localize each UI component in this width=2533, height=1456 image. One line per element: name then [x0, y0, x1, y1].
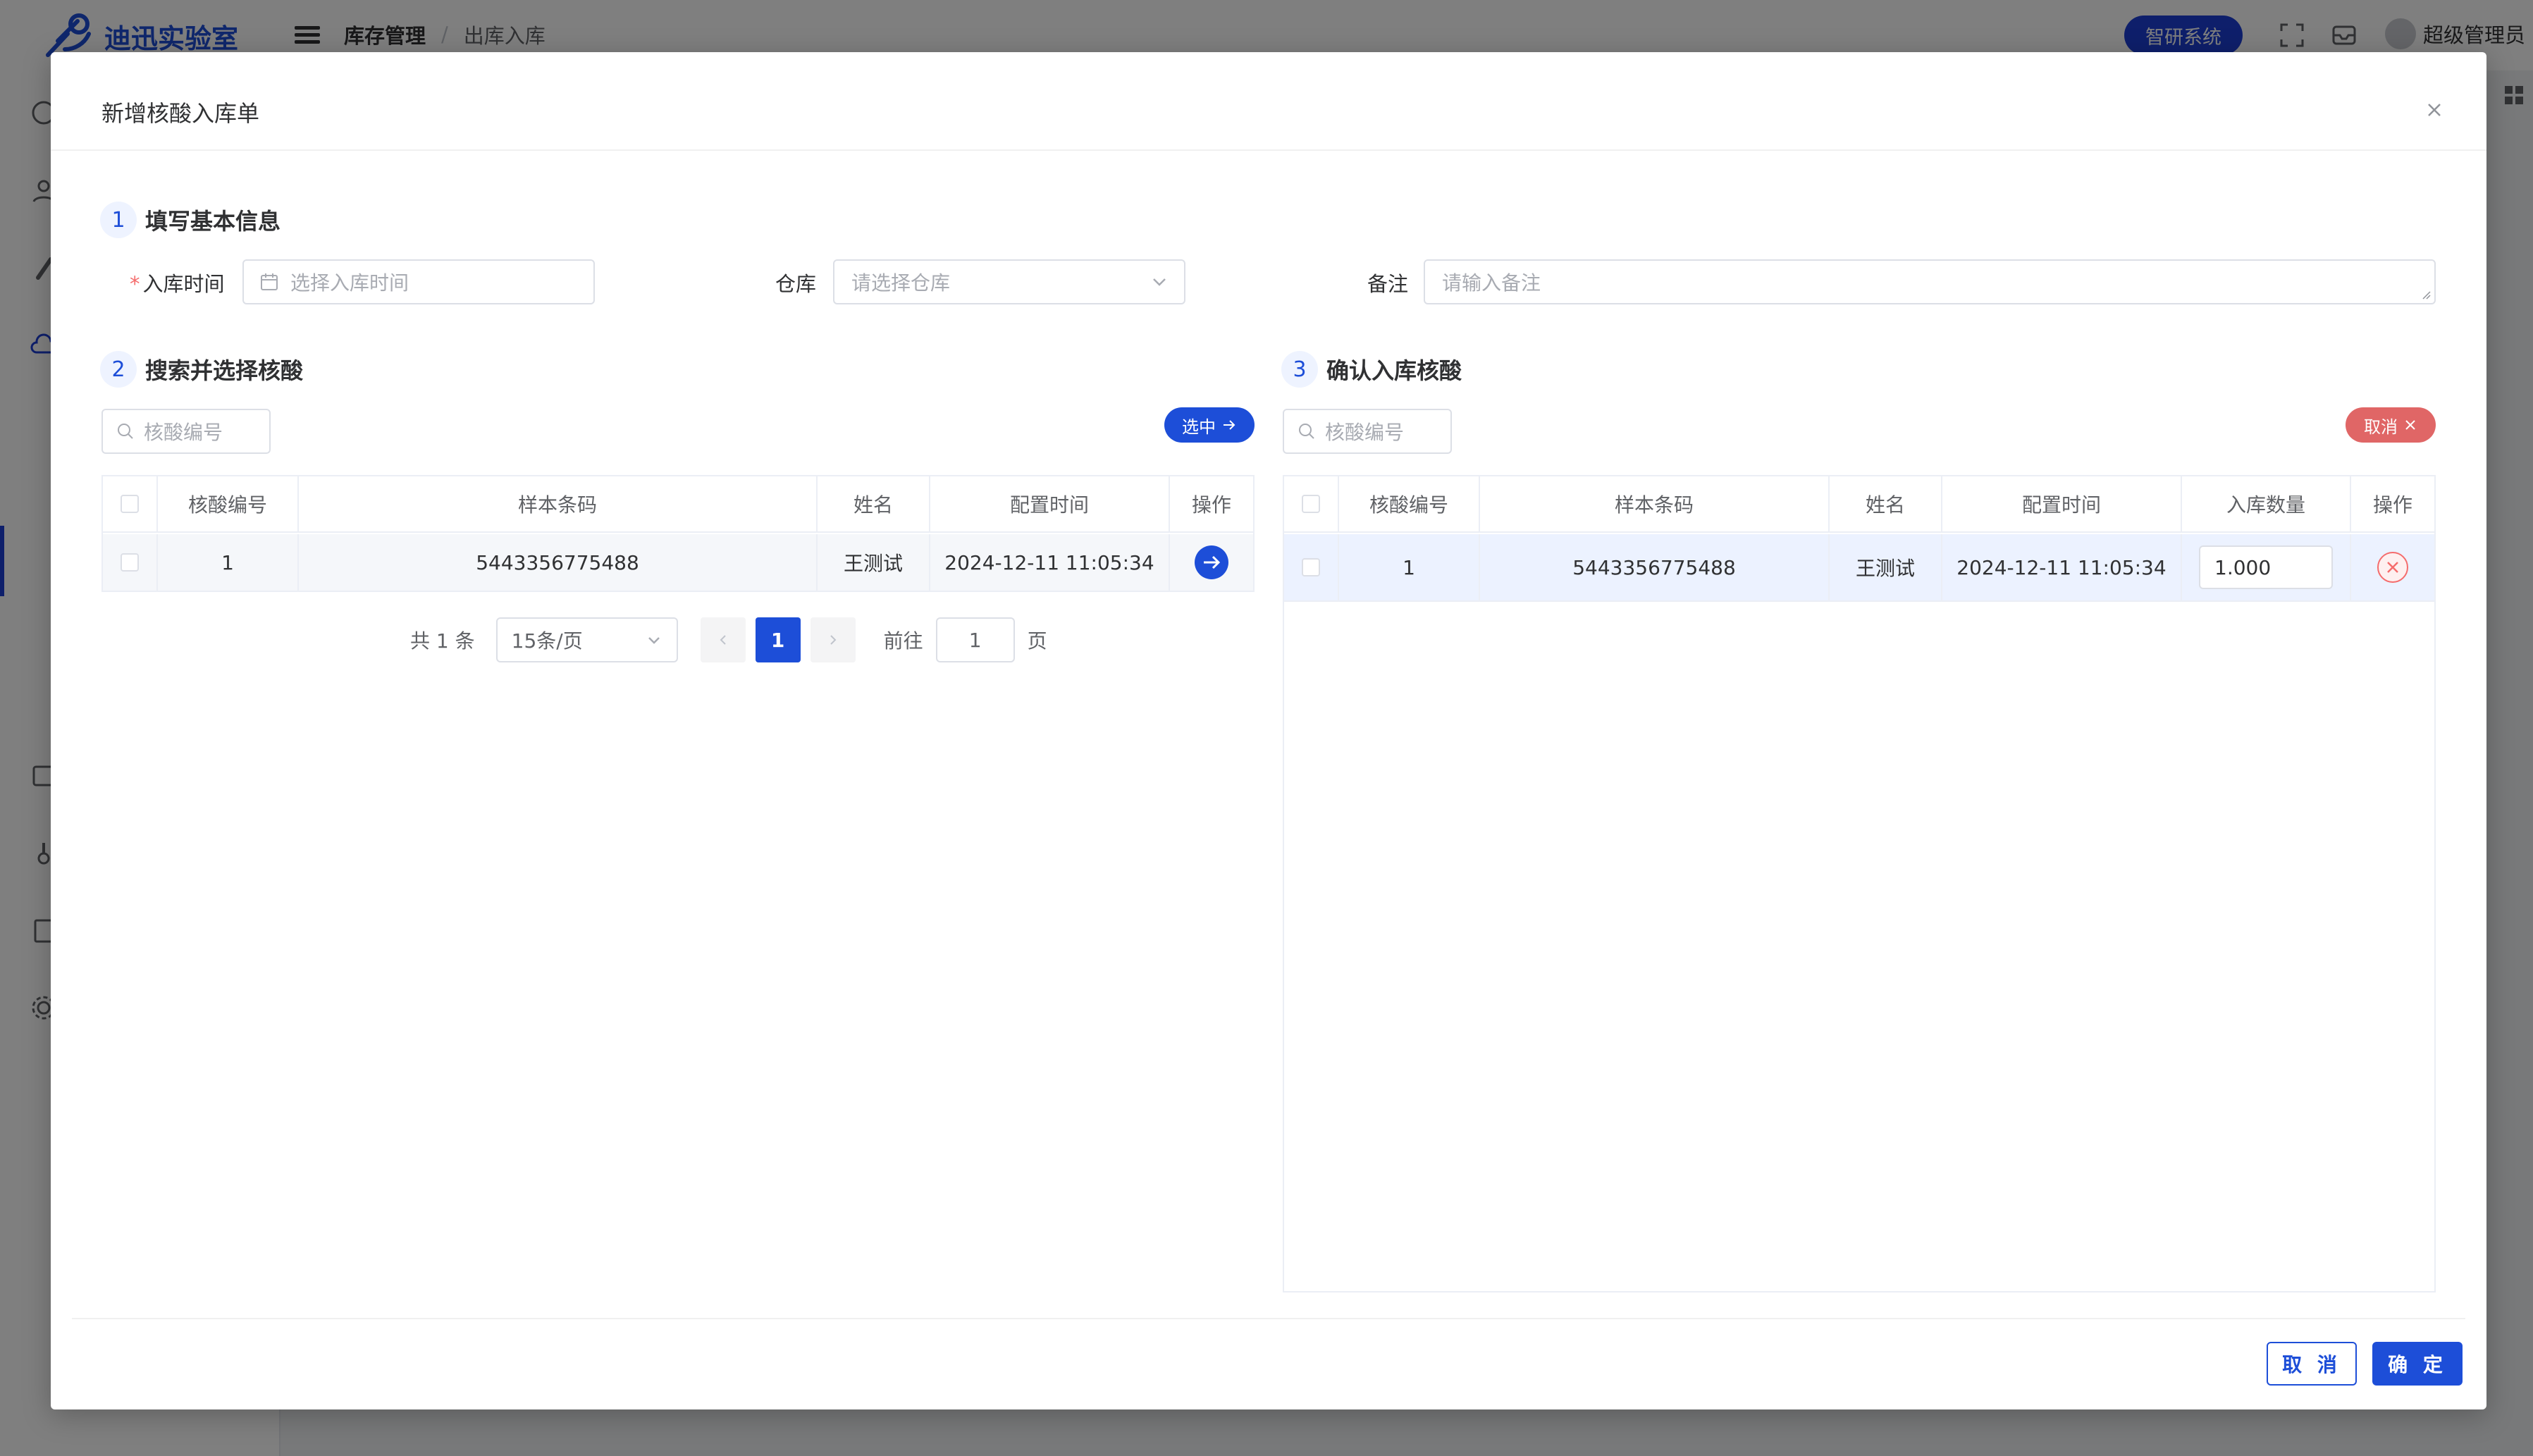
cell-barcode: 5443356775488: [299, 534, 818, 591]
column-header[interactable]: 入库数量: [2182, 476, 2351, 531]
row-select-cell: [103, 534, 158, 591]
table-header: 核酸编号 样本条码 姓名 配置时间 操作: [103, 476, 1253, 533]
page-size-select[interactable]: 15条/页: [495, 617, 678, 662]
step-title: 确认入库核酸: [1326, 357, 1462, 384]
right-search-input[interactable]: 核酸编号: [1283, 409, 1452, 454]
goto-label: 前往: [883, 629, 923, 653]
column-header[interactable]: 姓名: [818, 476, 930, 531]
cell-barcode: 5443356775488: [1480, 534, 1830, 600]
row-action-cell: [1170, 534, 1253, 591]
cancel-button[interactable]: 取 消: [2267, 1342, 2357, 1386]
select-all-cell: [1284, 476, 1339, 531]
step-number: 3: [1281, 351, 1318, 388]
chevron-right-icon: [830, 635, 837, 645]
cell-name: 王测试: [818, 534, 930, 591]
page-size-value: 15条/页: [511, 629, 583, 653]
column-header[interactable]: 样本条码: [299, 476, 818, 531]
remove-row-icon[interactable]: [2377, 551, 2409, 584]
select-all-checkbox[interactable]: [1302, 495, 1320, 513]
quantity-input[interactable]: 1.000: [2199, 545, 2333, 589]
chevron-down-icon: [648, 637, 660, 644]
dialog-header: 新增核酸入库单: [51, 52, 2486, 151]
close-icon[interactable]: [2423, 99, 2446, 121]
page-suffix: 页: [1027, 629, 1047, 653]
column-header[interactable]: 姓名: [1830, 476, 1942, 531]
warehouse-label: 仓库: [775, 272, 817, 296]
cell-name: 王测试: [1830, 534, 1942, 600]
row-checkbox[interactable]: [121, 553, 139, 572]
table-header: 核酸编号 样本条码 姓名 配置时间 入库数量 操作: [1284, 476, 2434, 533]
footer-divider: [72, 1318, 2465, 1319]
step-3-header: 3 确认入库核酸: [1281, 351, 1462, 388]
remove-selected-label: 取消: [2364, 417, 2398, 437]
page-number-current[interactable]: 1: [755, 617, 801, 662]
column-header: 操作: [2372, 493, 2412, 517]
next-page-button[interactable]: [810, 617, 856, 662]
table-row[interactable]: 1 5443356775488 王测试 2024-12-11 11:05:34: [103, 534, 1253, 591]
step-number: 1: [100, 202, 137, 238]
quantity-cell: 1.000: [2182, 534, 2351, 600]
add-row-arrow-icon[interactable]: [1194, 545, 1229, 580]
column-header[interactable]: 样本条码: [1480, 476, 1830, 531]
left-search-placeholder: 核酸编号: [144, 421, 223, 444]
chevron-left-icon: [720, 635, 726, 645]
add-inbound-dialog: 新增核酸入库单 1 填写基本信息 * 入库时间 选择入库时间 仓库 请选择仓库 备…: [51, 52, 2486, 1409]
step-number: 2: [100, 351, 137, 388]
resize-handle-icon[interactable]: [2420, 289, 2432, 300]
cell-id: 1: [158, 534, 299, 591]
arrow-right-icon: [1224, 420, 1235, 430]
left-table: 核酸编号 样本条码 姓名 配置时间 操作 1 5443356775488 王测试…: [101, 475, 1255, 592]
column-header[interactable]: 配置时间: [1942, 476, 2182, 531]
select-all-checkbox[interactable]: [121, 495, 139, 513]
select-button[interactable]: 选中: [1164, 407, 1255, 443]
column-header: 操作: [1191, 493, 1231, 517]
table-row[interactable]: 1 5443356775488 王测试 2024-12-11 11:05:34 …: [1284, 534, 2434, 602]
cell-time: 2024-12-11 11:05:34: [1942, 534, 2182, 600]
warehouse-placeholder: 请选择仓库: [851, 271, 951, 295]
step-2-header: 2 搜索并选择核酸: [100, 351, 303, 388]
left-search-input[interactable]: 核酸编号: [101, 409, 271, 454]
right-search-placeholder: 核酸编号: [1325, 421, 1405, 444]
inbound-time-label-text: 入库时间: [142, 272, 225, 296]
prev-page-button[interactable]: [700, 617, 746, 662]
pagination: 共 1 条 15条/页 1 前往 1 页: [410, 617, 1047, 662]
warehouse-select[interactable]: 请选择仓库: [833, 259, 1185, 304]
inbound-time-picker[interactable]: 选择入库时间: [242, 259, 595, 304]
close-icon: [2405, 420, 2415, 430]
select-button-label: 选中: [1182, 417, 1216, 437]
row-action-cell: [2351, 534, 2434, 600]
search-icon: [1299, 424, 1314, 439]
remark-textarea[interactable]: 请输入备注: [1424, 259, 2436, 304]
cell-id: 1: [1339, 534, 1480, 600]
pagination-total: 共 1 条: [410, 629, 475, 653]
dialog-title: 新增核酸入库单: [101, 100, 260, 127]
select-all-cell: [103, 476, 158, 531]
right-table: 核酸编号 样本条码 姓名 配置时间 入库数量 操作 1 544335677548…: [1283, 475, 2436, 1292]
step-title: 搜索并选择核酸: [145, 357, 304, 384]
column-header[interactable]: 核酸编号: [158, 476, 299, 531]
cell-time: 2024-12-11 11:05:34: [930, 534, 1170, 591]
remark-label: 备注: [1367, 272, 1409, 296]
row-checkbox[interactable]: [1302, 558, 1320, 576]
confirm-button[interactable]: 确 定: [2372, 1342, 2463, 1386]
chevron-down-icon: [1153, 278, 1166, 286]
step-title: 填写基本信息: [145, 208, 281, 235]
remark-placeholder: 请输入备注: [1442, 271, 1541, 295]
required-mark: *: [130, 272, 140, 296]
inbound-time-placeholder: 选择入库时间: [290, 271, 409, 295]
remove-selected-button[interactable]: 取消: [2346, 407, 2436, 443]
step-1-header: 1 填写基本信息: [100, 202, 281, 238]
inbound-time-label: * 入库时间: [130, 268, 225, 297]
column-header[interactable]: 核酸编号: [1339, 476, 1480, 531]
calendar-icon: [261, 273, 278, 290]
row-select-cell: [1284, 534, 1339, 600]
search-icon: [118, 424, 133, 439]
goto-page-input[interactable]: 1: [935, 617, 1015, 662]
column-header[interactable]: 配置时间: [930, 476, 1170, 531]
